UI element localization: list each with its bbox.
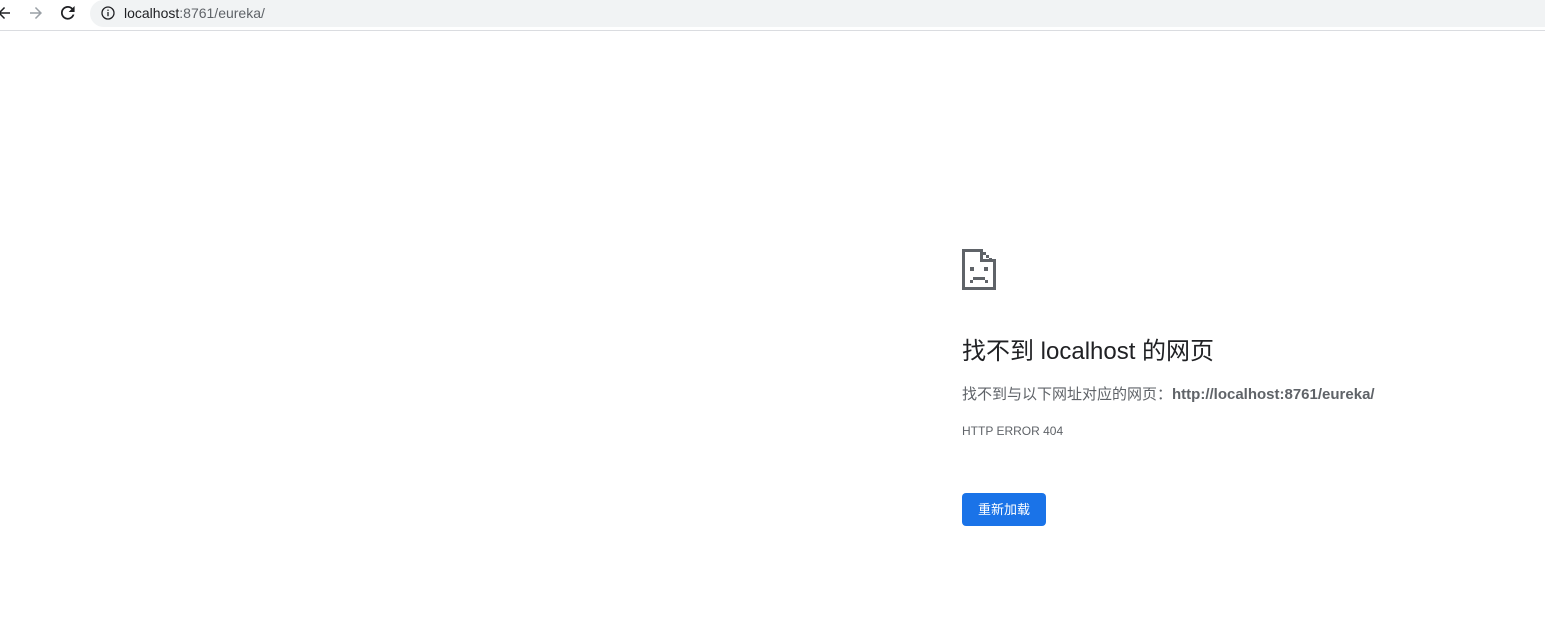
reload-button[interactable]: 重新加载 [962,493,1046,526]
error-url: http://localhost:8761/eureka/ [1172,386,1375,403]
back-button[interactable] [0,2,16,24]
url-text[interactable]: localhost:8761/eureka/ [124,5,265,22]
back-arrow-icon [0,7,10,19]
forward-button[interactable] [24,2,48,24]
sad-document-icon [962,249,996,290]
info-icon[interactable] [101,6,115,20]
browser-toolbar: localhost:8761/eureka/ [0,0,1545,31]
error-heading: 找不到 localhost 的网页 [962,338,1215,365]
url-host: localhost [124,5,180,21]
url-path: :8761/eureka/ [179,5,265,21]
reload-page-button[interactable] [56,2,80,24]
error-description: 找不到与以下网址对应的网页：http://localhost:8761/eure… [962,385,1375,405]
address-bar[interactable]: localhost:8761/eureka/ [90,0,1545,27]
forward-arrow-icon [30,7,42,19]
error-code: HTTP ERROR 404 [962,424,1064,438]
reload-icon [60,5,75,20]
error-description-text: 找不到与以下网址对应的网页： [962,386,1173,403]
